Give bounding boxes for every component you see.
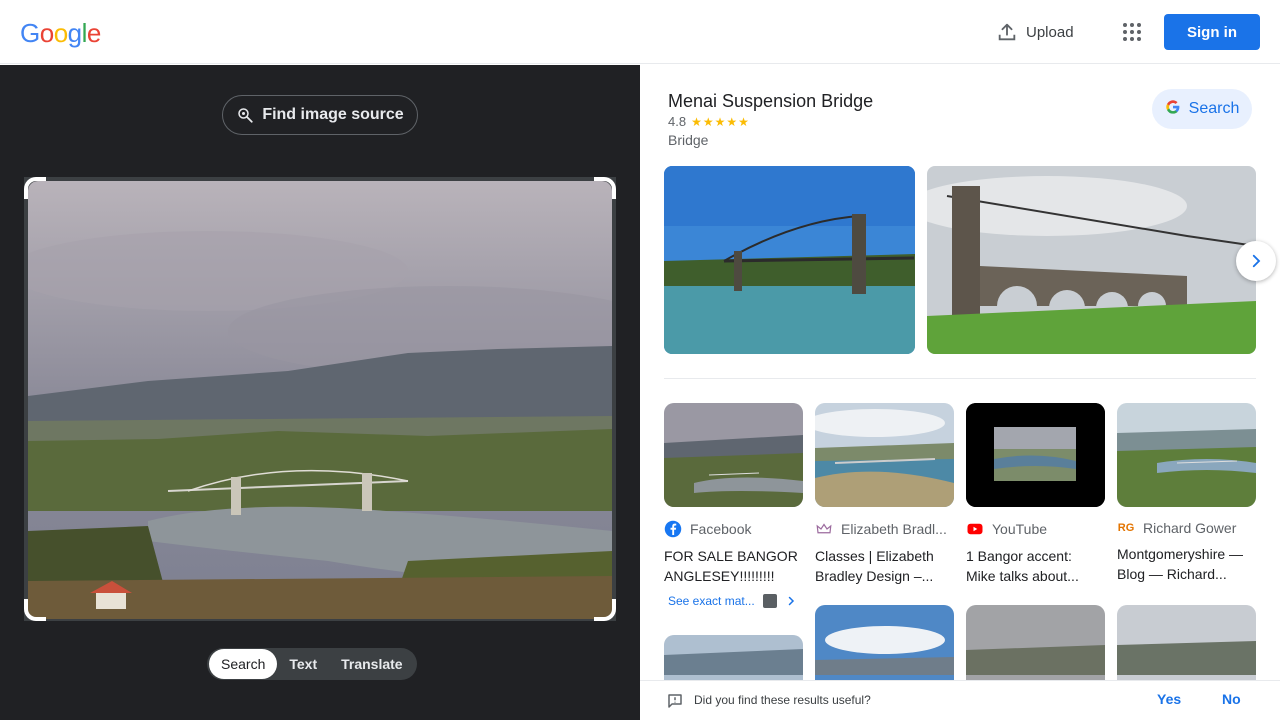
result-card[interactable]: RG Richard Gower Montgomeryshire — Blog … [1117, 403, 1256, 584]
section-divider [664, 378, 1256, 379]
find-image-source-button[interactable]: Find image source [222, 95, 418, 135]
feedback-icon [668, 694, 682, 708]
crop-handle-top-right[interactable] [594, 177, 616, 199]
mode-tabs: Search Text Translate [207, 648, 417, 680]
entity-image-2[interactable] [927, 166, 1256, 354]
sign-in-button[interactable]: Sign in [1164, 14, 1260, 50]
logo-letter: G [20, 18, 40, 48]
result-source-name: Elizabeth Bradl... [841, 521, 947, 537]
upload-button[interactable]: Upload [990, 16, 1080, 48]
result-source-name: YouTube [992, 521, 1048, 537]
facebook-icon [664, 520, 682, 538]
google-g-icon [1165, 99, 1181, 120]
find-image-source-label: Find image source [262, 106, 404, 123]
lens-search-icon [238, 108, 253, 123]
result-source-name: Facebook [690, 521, 752, 537]
top-header: Google Upload Sign in [0, 0, 1280, 64]
entity-search-button[interactable]: Search [1152, 89, 1252, 129]
entity-rating: 4.8 ★★★★★ [668, 114, 750, 129]
feedback-question: Did you find these results useful? [694, 693, 871, 707]
result-thumbnail [815, 403, 954, 507]
result-source: Facebook [664, 520, 803, 538]
tab-translate[interactable]: Translate [329, 649, 414, 679]
rating-value: 4.8 [668, 114, 687, 129]
result-title: 1 Bangor accent: Mike talks about... [966, 548, 1079, 584]
tab-text[interactable]: Text [277, 649, 329, 679]
entity-search-label: Search [1188, 100, 1240, 117]
result-title: Montgomeryshire — Blog — Richard... [1117, 546, 1244, 582]
tab-search[interactable]: Search [209, 649, 278, 679]
google-logo[interactable]: Google [20, 18, 101, 49]
crop-handle-bottom-left[interactable] [24, 599, 46, 621]
upload-icon [998, 23, 1016, 41]
crop-handle-top-left[interactable] [24, 177, 46, 199]
result-card[interactable]: YouTube 1 Bangor accent: Mike talks abou… [966, 403, 1105, 586]
exact-match-thumbnail [762, 594, 777, 608]
see-exact-matches-link[interactable]: See exact mat... [668, 594, 797, 608]
feedback-no-button[interactable]: No [1222, 691, 1241, 707]
crown-icon [816, 523, 832, 534]
result-title: FOR SALE BANGOR ANGLESEY!!!!!!!!! [664, 548, 798, 584]
result-title: Classes | Elizabeth Bradley Design –... [815, 548, 934, 584]
query-image [28, 181, 612, 619]
entity-image-1[interactable] [664, 166, 915, 354]
google-apps-button[interactable] [1118, 18, 1146, 46]
logo-letter: g [67, 18, 82, 48]
youtube-icon [967, 523, 983, 535]
chevron-right-icon [1252, 254, 1261, 268]
carousel-next-button[interactable] [1236, 241, 1276, 281]
see-exact-label: See exact mat... [668, 594, 755, 608]
logo-letter: o [53, 18, 68, 48]
feedback-bar: Did you find these results useful? Yes N… [640, 680, 1280, 720]
star-rating-icon: ★★★★★ [691, 114, 750, 129]
result-source: RG Richard Gower [1117, 520, 1256, 536]
entity-type: Bridge [668, 132, 709, 148]
entity-title[interactable]: Menai Suspension Bridge [668, 91, 873, 112]
result-source-name: Richard Gower [1143, 520, 1237, 536]
query-image-panel: Find image source Search Text Translate [0, 65, 640, 720]
result-card[interactable]: Facebook FOR SALE BANGOR ANGLESEY!!!!!!!… [664, 403, 803, 586]
logo-letter: o [39, 18, 54, 48]
chevron-right-icon [788, 596, 794, 606]
apps-grid-icon [1123, 23, 1127, 27]
feedback-yes-button[interactable]: Yes [1157, 691, 1181, 707]
result-card[interactable]: Elizabeth Bradl... Classes | Elizabeth B… [815, 403, 954, 586]
results-panel: Menai Suspension Bridge 4.8 ★★★★★ Bridge… [640, 65, 1280, 720]
result-source: YouTube [966, 520, 1105, 538]
result-source: Elizabeth Bradl... [815, 520, 954, 538]
upload-label: Upload [1026, 23, 1074, 41]
logo-letter: e [86, 18, 101, 48]
result-thumbnail [1117, 403, 1256, 507]
rg-icon: RG [1117, 522, 1135, 534]
result-thumbnail [966, 403, 1105, 507]
result-thumbnail [664, 403, 803, 507]
